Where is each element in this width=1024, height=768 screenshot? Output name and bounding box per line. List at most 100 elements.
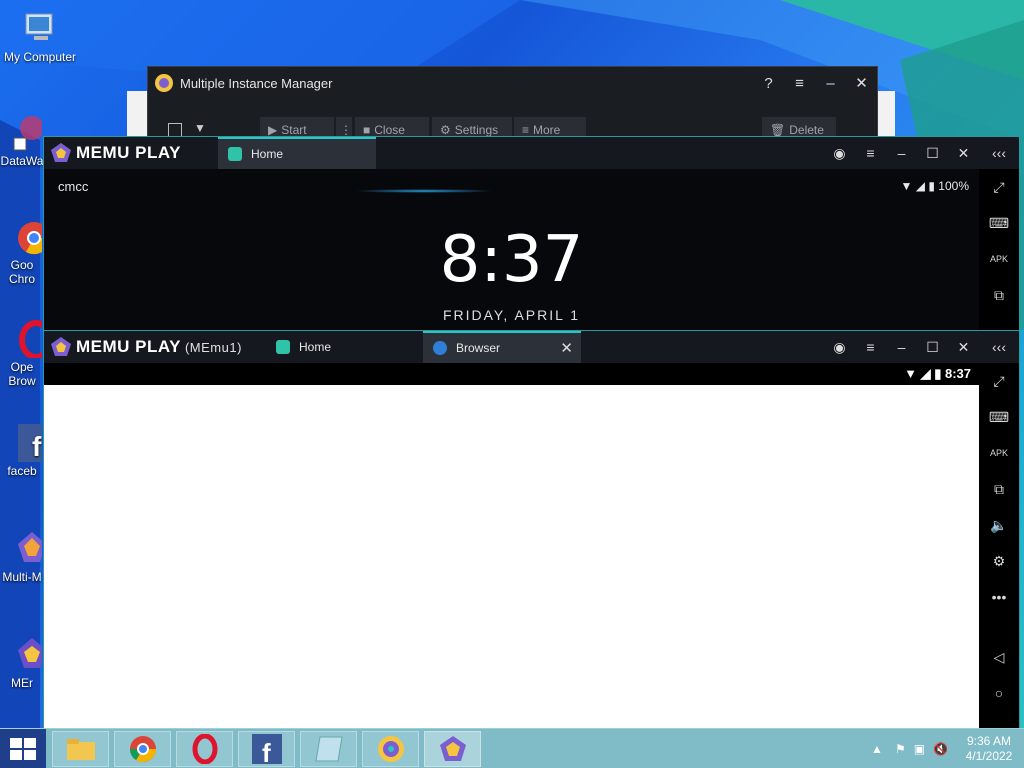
opera-icon	[19, 320, 42, 358]
minimize-icon[interactable]: –	[886, 331, 917, 363]
tab-label: Browser	[456, 341, 501, 355]
taskbar-chrome[interactable]	[114, 731, 171, 767]
keyboard-icon[interactable]: ⌨	[979, 399, 1019, 435]
battery-level: 100%	[938, 179, 969, 193]
desktop-icon-label: faceb	[7, 464, 37, 478]
tab-home[interactable]: Home	[218, 137, 376, 169]
carrier-name: cmcc	[58, 179, 89, 194]
tab-browser[interactable]: Browser ✕	[423, 331, 581, 363]
taskbar-multi-memu[interactable]	[362, 731, 419, 767]
svg-text:f: f	[32, 431, 42, 462]
status-indicators: ▼ ◢ ▮ 100%	[901, 179, 969, 193]
filter-icon[interactable]: ▼	[194, 121, 206, 135]
minimize-icon[interactable]: –	[815, 67, 846, 99]
collapse-sidebar-icon[interactable]: ‹‹‹	[979, 331, 1019, 363]
taskbar-clock[interactable]: 9:36 AM 4/1/2022	[954, 734, 1024, 764]
desktop-icon-label: My Computer	[3, 50, 77, 64]
trash-icon: 🗑	[770, 123, 786, 137]
tab-label: Home	[251, 147, 284, 161]
memu-sidebar: ⤢ ⌨ APK ⧉	[979, 169, 1019, 331]
gear-icon[interactable]: ⚙	[979, 543, 1019, 579]
home-tab-icon	[228, 147, 242, 161]
help-icon[interactable]: ?	[753, 67, 784, 99]
menu-icon[interactable]: ≡	[784, 67, 815, 99]
brand-name: MEMU PLAY	[76, 337, 181, 356]
desktop-icon-memu[interactable]: MEr	[0, 634, 44, 690]
play-icon: ▶	[268, 123, 278, 137]
folder-icon	[66, 739, 95, 760]
taskbar-memu[interactable]	[424, 731, 481, 767]
close-icon[interactable]: ✕	[948, 331, 979, 363]
instance-name: (MEmu1)	[184, 339, 242, 355]
desktop-icon-my-computer[interactable]: My Computer	[0, 8, 80, 64]
desktop-icon-google-chrome[interactable]: Goo Chro	[0, 216, 44, 286]
opera-icon	[192, 734, 217, 764]
taskbar-date: 4/1/2022	[965, 749, 1013, 763]
taskbar-file-explorer[interactable]	[52, 731, 109, 767]
close-icon[interactable]: ✕	[846, 67, 877, 99]
multi-memu-icon	[377, 736, 404, 762]
memu-icon	[18, 638, 42, 668]
multi-window-icon[interactable]: ⧉	[979, 277, 1019, 313]
desktop-icon-facebook[interactable]: f faceb	[0, 422, 44, 478]
minimize-icon[interactable]: –	[886, 137, 917, 169]
fullscreen-icon[interactable]: ⤢	[979, 169, 1019, 205]
taskbar-facebook[interactable]: f	[238, 731, 295, 767]
menu-icon[interactable]: ≡	[855, 137, 886, 169]
volume-icon[interactable]: 🔈	[979, 507, 1019, 543]
apk-icon[interactable]: APK	[979, 435, 1019, 471]
memu-logo-icon	[51, 337, 71, 356]
desktop-icon-datawave[interactable]: DataWa	[0, 112, 44, 168]
memu-header: MEMU PLAY Home ◉ ≡ – ☐ ✕ ‹‹‹	[44, 137, 1019, 169]
close-tab-icon[interactable]: ✕	[560, 339, 573, 357]
status-right: ▼ ◢ ▮ 8:37	[904, 366, 971, 382]
show-hidden-icons[interactable]: ▲	[871, 742, 883, 756]
multiple-instance-manager-window: Multiple Instance Manager ? ≡ – ✕ ▼ ▶ Sta…	[147, 66, 878, 146]
fullscreen-icon[interactable]: ⤢	[979, 363, 1019, 399]
menu-icon[interactable]: ≡	[855, 331, 886, 363]
android-lockscreen[interactable]: cmcc ▼ ◢ ▮ 100% 8:37 FRIDAY, APRIL 1	[44, 169, 979, 331]
collapse-sidebar-icon[interactable]: ‹‹‹	[979, 137, 1019, 169]
desktop-icon-opera[interactable]: Ope Brow	[0, 318, 44, 388]
network-icon[interactable]: ▣	[914, 742, 925, 756]
start-button[interactable]	[0, 729, 46, 768]
desktop-icon-label: MEr	[11, 676, 33, 690]
apk-icon[interactable]: APK	[979, 241, 1019, 277]
maximize-icon[interactable]: ☐	[917, 331, 948, 363]
more-icon[interactable]: •••	[979, 579, 1019, 615]
wifi-icon: ▼	[900, 179, 913, 193]
lockscreen-date: FRIDAY, APRIL 1	[442, 307, 581, 323]
browser-content[interactable]	[44, 385, 979, 729]
chrome-icon	[18, 222, 42, 255]
battery-icon: ▮	[928, 179, 935, 193]
memu-header: MEMU PLAY (MEmu1) Home Browser ✕ ◉ ≡ – ☐…	[44, 331, 1019, 363]
manager-title: Multiple Instance Manager	[180, 75, 333, 91]
desktop-icon-multi-memu[interactable]: Multi-M	[0, 528, 44, 584]
action-center-icon[interactable]: ⚑	[895, 742, 906, 756]
taskbar-opera[interactable]	[176, 731, 233, 767]
desktop-icon-label: Multi-M	[2, 570, 42, 584]
maximize-icon[interactable]: ☐	[917, 137, 948, 169]
tab-home[interactable]: Home	[266, 331, 416, 363]
home-icon[interactable]: ○	[979, 675, 1019, 711]
memu-logo-icon	[155, 74, 173, 92]
wifi-icon: ▼	[904, 366, 917, 381]
desktop-icon-label: Goo Chro	[8, 258, 35, 286]
datawave-icon	[13, 116, 42, 151]
taskbar-notepad[interactable]	[300, 731, 357, 767]
account-icon[interactable]: ◉	[824, 137, 855, 169]
signal-icon: ◢	[915, 179, 925, 193]
tab-label: Home	[299, 340, 332, 354]
notepad-icon	[314, 736, 343, 762]
back-icon[interactable]: ◁	[979, 639, 1019, 675]
keyboard-icon[interactable]: ⌨	[979, 205, 1019, 241]
multi-window-icon[interactable]: ⧉	[979, 471, 1019, 507]
select-all-checkbox[interactable]	[168, 123, 182, 137]
list-icon: ≡	[522, 123, 530, 137]
chrome-icon	[129, 736, 156, 763]
memu-logo: MEMU PLAY (MEmu1)	[50, 336, 242, 358]
volume-muted-icon[interactable]: 🔇	[933, 742, 948, 756]
close-icon[interactable]: ✕	[948, 137, 979, 169]
account-icon[interactable]: ◉	[824, 331, 855, 363]
computer-icon	[25, 13, 53, 40]
